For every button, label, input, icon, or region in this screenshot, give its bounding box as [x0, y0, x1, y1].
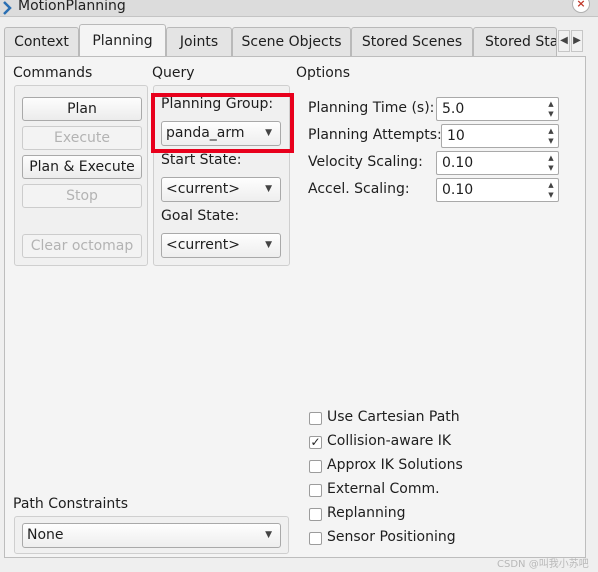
commands-title: Commands: [13, 65, 93, 81]
start-state-value: <current>: [166, 181, 240, 197]
chevron-down-icon: ▼: [265, 240, 272, 250]
planning-time-value: 5.0: [442, 101, 465, 117]
window-title: MotionPlanning: [18, 0, 126, 14]
replanning-checkbox[interactable]: [309, 508, 322, 521]
tab-planning[interactable]: Planning: [79, 24, 166, 57]
planning-group-highlight-box: [151, 93, 294, 153]
planning-attempts-spinbox[interactable]: 10 ▲ ▼: [441, 124, 559, 148]
goal-state-select[interactable]: <current> ▼: [161, 233, 281, 258]
checkmark-icon: ✓: [310, 435, 321, 449]
use-cartesian-path-label[interactable]: Use Cartesian Path: [327, 409, 460, 425]
clear-octomap-button[interactable]: Clear octomap: [22, 234, 142, 258]
velocity-scaling-value: 0.10: [442, 155, 474, 171]
spin-up-icon[interactable]: ▲: [545, 180, 557, 190]
spin-up-icon[interactable]: ▲: [545, 99, 557, 109]
plan-and-execute-button[interactable]: Plan & Execute: [22, 155, 142, 179]
path-constraints-select[interactable]: None ▼: [22, 523, 281, 548]
tab-scene-objects[interactable]: Scene Objects: [232, 27, 351, 56]
collision-aware-ik-checkbox[interactable]: ✓: [309, 436, 322, 449]
start-state-label: Start State:: [161, 152, 242, 168]
tab-scroll-left-icon[interactable]: ◀: [558, 30, 570, 52]
spin-down-icon[interactable]: ▼: [545, 136, 557, 146]
options-title: Options: [296, 65, 351, 81]
close-icon[interactable]: ×: [572, 0, 590, 13]
spin-up-icon[interactable]: ▲: [545, 153, 557, 163]
approx-ik-solutions-checkbox[interactable]: [309, 460, 322, 473]
goal-state-value: <current>: [166, 237, 240, 253]
tab-context[interactable]: Context: [4, 27, 79, 56]
replanning-label[interactable]: Replanning: [327, 505, 405, 521]
planning-attempts-value: 10: [447, 128, 465, 144]
tab-stored-scenes[interactable]: Stored Scenes: [351, 27, 473, 56]
chevron-down-icon: ▼: [265, 184, 272, 194]
collision-aware-ik-label[interactable]: Collision-aware IK: [327, 433, 451, 449]
watermark: CSDN @叫我小苏吧: [497, 559, 589, 570]
execute-button[interactable]: Execute: [22, 126, 142, 150]
spin-down-icon[interactable]: ▼: [545, 190, 557, 200]
velocity-scaling-label: Velocity Scaling:: [308, 154, 423, 170]
planning-time-label: Planning Time (s):: [308, 100, 435, 116]
accel-scaling-label: Accel. Scaling:: [308, 181, 410, 197]
window-titlebar[interactable]: MotionPlanning ×: [0, 0, 598, 17]
plan-button[interactable]: Plan: [22, 97, 142, 121]
approx-ik-solutions-label[interactable]: Approx IK Solutions: [327, 457, 463, 473]
spin-down-icon[interactable]: ▼: [545, 109, 557, 119]
chevron-down-icon: ▼: [265, 530, 272, 540]
tab-scroll-right-icon[interactable]: ▶: [571, 30, 583, 52]
accel-scaling-value: 0.10: [442, 182, 474, 198]
accel-scaling-spinbox[interactable]: 0.10 ▲ ▼: [436, 178, 559, 202]
sensor-positioning-checkbox[interactable]: [309, 532, 322, 545]
use-cartesian-path-checkbox[interactable]: [309, 412, 322, 425]
stop-button[interactable]: Stop: [22, 184, 142, 208]
sensor-positioning-label[interactable]: Sensor Positioning: [327, 529, 456, 545]
path-constraints-title: Path Constraints: [13, 496, 129, 512]
spin-down-icon[interactable]: ▼: [545, 163, 557, 173]
path-constraints-value: None: [27, 527, 64, 543]
planning-attempts-label: Planning Attempts:: [308, 127, 442, 143]
external-comm-checkbox[interactable]: [309, 484, 322, 497]
app-icon: [3, 1, 12, 15]
tab-stored-states[interactable]: Stored Sta: [473, 27, 557, 56]
velocity-scaling-spinbox[interactable]: 0.10 ▲ ▼: [436, 151, 559, 175]
start-state-select[interactable]: <current> ▼: [161, 177, 281, 202]
external-comm-label[interactable]: External Comm.: [327, 481, 440, 497]
spin-up-icon[interactable]: ▲: [545, 126, 557, 136]
query-title: Query: [152, 65, 195, 81]
tab-joints[interactable]: Joints: [166, 27, 232, 56]
planning-time-spinbox[interactable]: 5.0 ▲ ▼: [436, 97, 559, 121]
goal-state-label: Goal State:: [161, 208, 240, 224]
